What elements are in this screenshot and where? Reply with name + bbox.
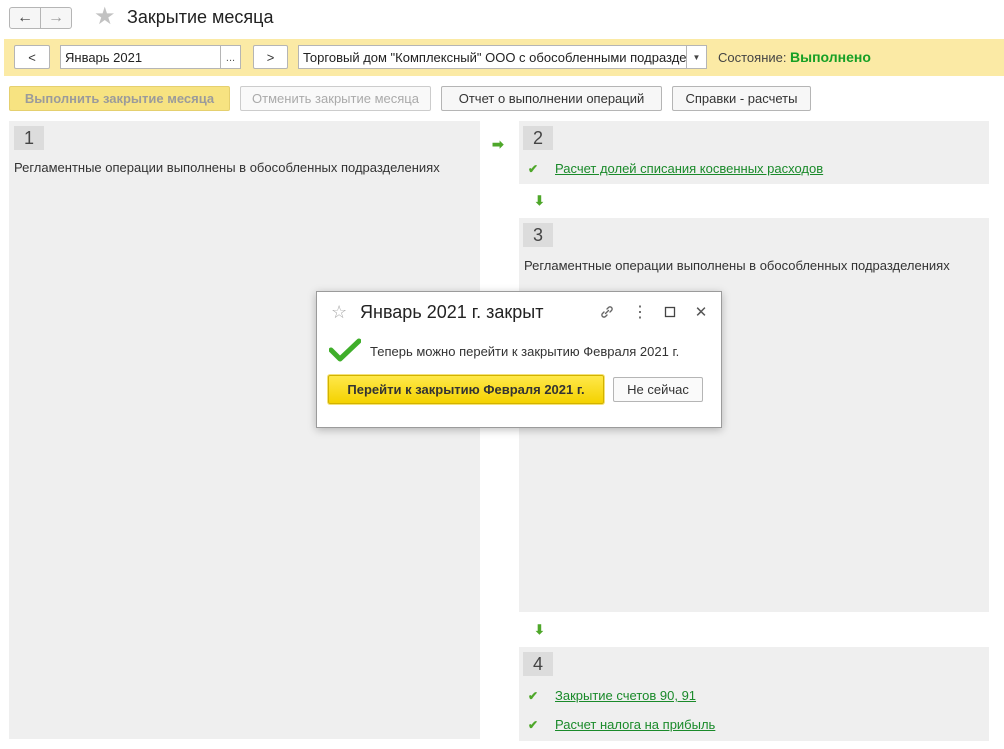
link-indirect-costs-share[interactable]: Расчет долей списания косвенных расходов [555, 161, 823, 176]
link-profit-tax-calculation[interactable]: Расчет налога на прибыль [555, 717, 715, 732]
not-now-button[interactable]: Не сейчас [613, 377, 703, 402]
check-icon [328, 338, 362, 365]
check-icon: ✔ [528, 718, 539, 732]
next-period-button[interactable]: > [253, 45, 288, 69]
check-icon: ✔ [528, 162, 539, 176]
page-title: Закрытие месяца [127, 7, 274, 27]
arrow-left-icon: ← [17, 9, 33, 26]
step-number-3: 3 [523, 223, 553, 247]
step-3-text: Регламентные операции выполнены в обособ… [524, 258, 950, 273]
arrow-down-icon: ⬇ [534, 622, 545, 637]
state-label: Состояние: [718, 50, 787, 65]
close-icon[interactable]: ✕ [691, 302, 711, 322]
step-panel-1 [9, 121, 480, 739]
link-close-accounts-90-91[interactable]: Закрытие счетов 90, 91 [555, 688, 696, 703]
step-number-1: 1 [14, 126, 44, 150]
period-select-button[interactable]: ... [220, 45, 241, 69]
references-calculations-button[interactable]: Справки - расчеты [672, 86, 811, 111]
operations-report-button[interactable]: Отчет о выполнении операций [441, 86, 662, 111]
arrow-down-icon: ⬇ [534, 193, 545, 208]
forward-button[interactable]: → [40, 7, 72, 29]
month-closed-dialog: ☆ Январь 2021 г. закрыт ⋮ ✕ Теперь можно… [316, 291, 722, 428]
favorite-star-icon[interactable]: ★ [94, 5, 116, 29]
go-to-next-month-button[interactable]: Перейти к закрытию Февраля 2021 г. [328, 375, 604, 404]
maximize-icon[interactable] [660, 302, 680, 322]
dialog-title: Январь 2021 г. закрыт [360, 302, 544, 322]
perform-month-closing-button[interactable]: Выполнить закрытие месяца [9, 86, 230, 111]
favorite-star-icon[interactable]: ☆ [331, 302, 347, 323]
period-input[interactable]: Январь 2021 [60, 45, 221, 69]
step-1-text: Регламентные операции выполнены в обособ… [14, 160, 440, 175]
dialog-message: Теперь можно перейти к закрытию Февраля … [370, 344, 680, 359]
organization-input[interactable]: Торговый дом "Комплексный" ООО с обособл… [298, 45, 687, 69]
check-icon: ✔ [528, 689, 539, 703]
state-value: Выполнено [790, 49, 871, 65]
link-icon[interactable] [597, 302, 617, 322]
cancel-month-closing-button[interactable]: Отменить закрытие месяца [240, 86, 431, 111]
step-number-2: 2 [523, 126, 553, 150]
prev-period-button[interactable]: < [14, 45, 50, 69]
back-button[interactable]: ← [9, 7, 41, 29]
step-number-4: 4 [523, 652, 553, 676]
arrow-right-icon: → [48, 9, 64, 26]
more-icon[interactable]: ⋮ [630, 302, 650, 322]
arrow-right-icon: ➡ [492, 136, 504, 152]
chevron-down-icon[interactable]: ▼ [686, 45, 707, 69]
